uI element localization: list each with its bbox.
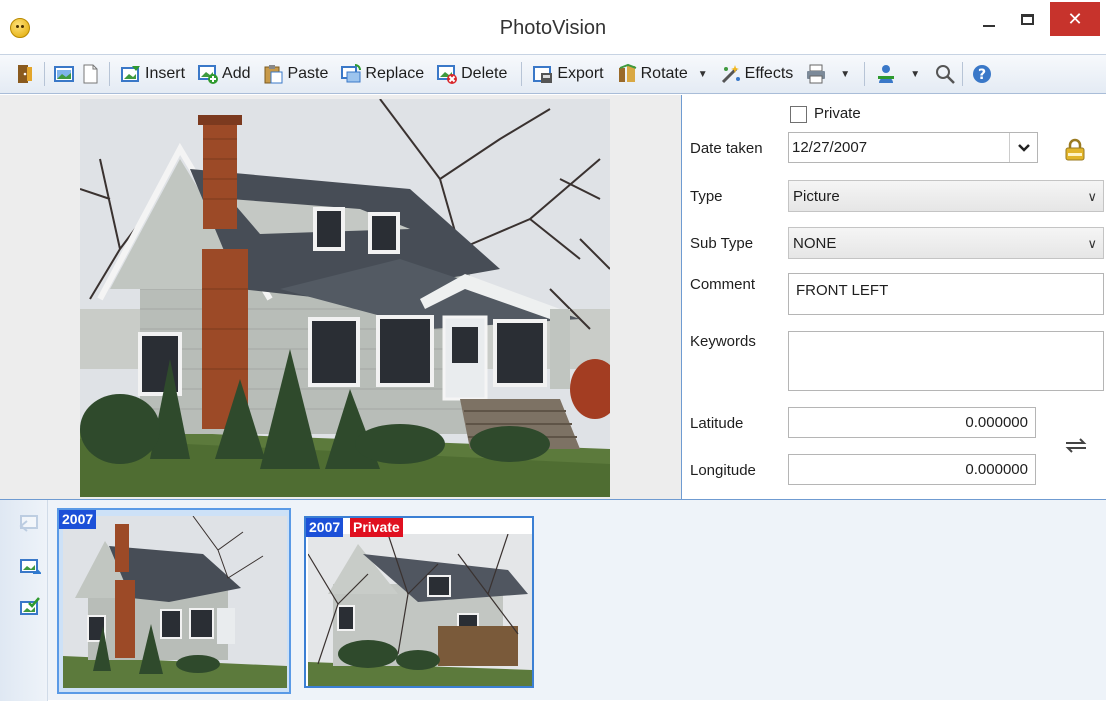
rotate-button[interactable]: Rotate ▼ [614, 59, 710, 89]
effects-button[interactable]: Effects [718, 59, 796, 89]
window-title: PhotoVision [499, 17, 607, 39]
type-select[interactable]: Picture ∨ [788, 180, 1104, 212]
picture-icon[interactable] [53, 63, 75, 85]
replace-icon [340, 63, 362, 85]
insert-label: Insert [145, 65, 186, 82]
subtype-dropdown-icon: ∨ [1087, 236, 1097, 251]
latitude-label: Latitude [690, 415, 744, 432]
toolbar-separator [962, 62, 964, 86]
longitude-value: 0.000000 [965, 461, 1028, 478]
comment-value: FRONT LEFT [796, 282, 889, 299]
search-icon[interactable] [934, 63, 956, 85]
rotate-icon [616, 63, 638, 85]
help-icon[interactable]: ? [971, 63, 993, 85]
toolbar-separator [864, 62, 866, 86]
toolbar-separator [109, 62, 110, 86]
delete-button[interactable]: Delete [434, 59, 509, 89]
send-photo-icon[interactable] [18, 556, 42, 578]
users-dropdown-icon[interactable]: ▼ [910, 69, 920, 80]
paste-button[interactable]: Paste [260, 59, 330, 89]
private-checkbox[interactable] [790, 106, 807, 123]
minimize-button[interactable] [972, 2, 1006, 36]
subtype-value: NONE [793, 234, 837, 252]
export-icon [532, 63, 554, 85]
delete-icon [436, 63, 458, 85]
title-bar: PhotoVision ✕ [0, 0, 1106, 54]
add-label: Add [222, 65, 251, 82]
comment-label: Comment [690, 276, 756, 293]
maximize-icon [1020, 13, 1034, 25]
rotate-label: Rotate [640, 65, 688, 82]
users-button[interactable]: ▼ [873, 59, 922, 89]
photo-preview-pane [0, 95, 682, 499]
type-value: Picture [793, 187, 840, 205]
insert-button[interactable]: Insert [118, 59, 187, 89]
delete-label: Delete [461, 65, 508, 82]
exit-icon[interactable] [14, 63, 36, 85]
export-label: Export [557, 65, 604, 82]
effects-label: Effects [744, 65, 794, 82]
longitude-label: Longitude [690, 462, 756, 479]
effects-icon [720, 63, 742, 85]
latitude-field[interactable]: 0.000000 [788, 407, 1036, 438]
date-taken-label: Date taken [690, 140, 763, 157]
keywords-label: Keywords [690, 333, 756, 350]
check-photo-icon[interactable] [18, 596, 42, 618]
photo-preview[interactable] [80, 99, 610, 497]
type-dropdown-icon: ∨ [1087, 189, 1097, 204]
properties-panel: Private Date taken 12/27/2007 Type Pictu… [682, 95, 1106, 499]
replace-label: Replace [365, 65, 425, 82]
year-badge: 2007 [306, 518, 344, 537]
latitude-value: 0.000000 [965, 414, 1028, 431]
comment-field[interactable]: FRONT LEFT [788, 273, 1104, 315]
longitude-field[interactable]: 0.000000 [788, 454, 1036, 485]
svg-text:?: ? [978, 67, 986, 83]
close-icon: ✕ [1067, 8, 1083, 29]
paste-icon [262, 63, 284, 85]
thumbnail-item[interactable]: 2007 Private [304, 516, 534, 688]
print-button[interactable]: ▼ [803, 59, 852, 89]
date-taken-picker[interactable]: 12/27/2007 [788, 132, 1038, 163]
lock-icon[interactable] [1062, 137, 1088, 163]
insert-icon [120, 63, 142, 85]
subtype-label: Sub Type [690, 235, 754, 252]
print-icon [805, 63, 827, 85]
move-left-icon[interactable] [18, 512, 42, 534]
date-picker-dropdown-icon[interactable] [1009, 133, 1037, 162]
print-dropdown-icon[interactable]: ▼ [840, 69, 850, 80]
year-badge: 2007 [59, 510, 97, 529]
toolbar-separator [44, 62, 45, 86]
close-button[interactable]: ✕ [1050, 2, 1100, 36]
gps-icon[interactable] [1064, 435, 1088, 455]
keywords-field[interactable] [788, 331, 1104, 391]
type-label: Type [690, 188, 723, 205]
thumbnail-strip: 2007 2007 Private [0, 499, 1106, 701]
date-taken-value: 12/27/2007 [792, 139, 868, 156]
private-badge: Private [350, 518, 403, 537]
subtype-select[interactable]: NONE ∨ [788, 227, 1104, 259]
strip-toolbar [0, 500, 48, 701]
users-icon [875, 63, 897, 85]
replace-button[interactable]: Replace [338, 59, 426, 89]
toolbar: Insert Add Paste Replace Delete Export R… [0, 54, 1106, 94]
add-button[interactable]: Add [195, 59, 252, 89]
paste-label: Paste [287, 65, 329, 82]
maximize-button[interactable] [1010, 2, 1044, 36]
thumbnail-item[interactable]: 2007 [57, 508, 291, 694]
export-button[interactable]: Export [530, 59, 605, 89]
page-icon[interactable] [79, 63, 101, 85]
toolbar-separator [521, 62, 523, 86]
minimize-icon [983, 25, 995, 27]
rotate-dropdown-icon[interactable]: ▼ [698, 69, 708, 80]
private-label: Private [814, 105, 861, 122]
add-icon [197, 63, 219, 85]
